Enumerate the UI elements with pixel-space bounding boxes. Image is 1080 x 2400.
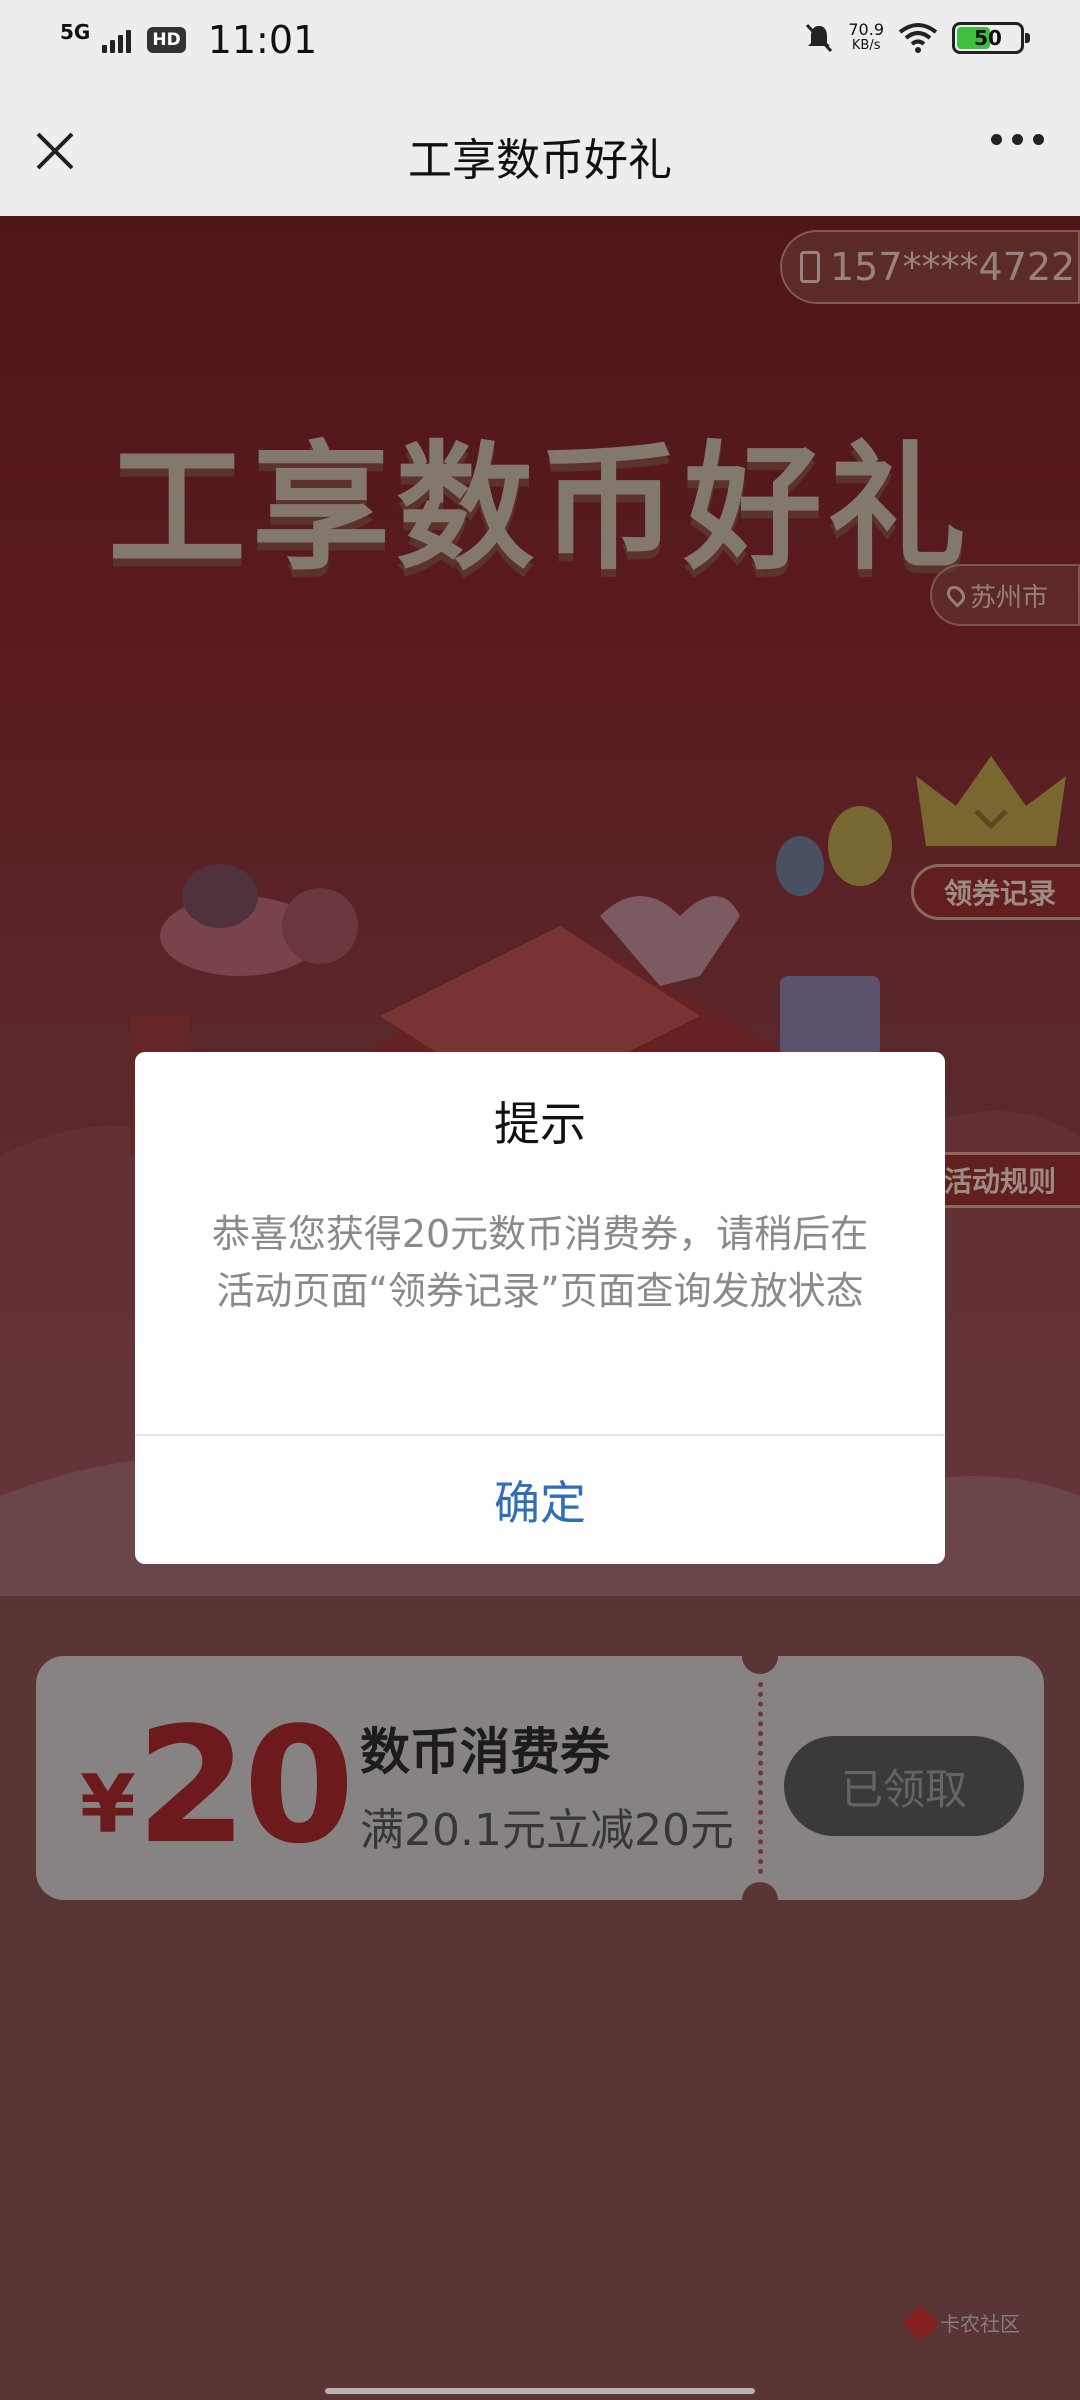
dialog-title: 提示 [494, 1097, 586, 1151]
alert-dialog: 提示 恭喜您获得20元数币消费券，请稍后在活动页面“领券记录”页面查询发放状态 … [135, 1052, 945, 1564]
nav-bar: 工享数币好礼 [0, 86, 1080, 216]
clock: 11:01 [207, 18, 318, 62]
status-bar: 5G HD 11:01 70.9 KB/s 50 [0, 0, 1080, 86]
page-title: 工享数币好礼 [408, 135, 672, 186]
hd-icon: HD [147, 27, 186, 53]
confirm-button[interactable]: 确定 [135, 1436, 945, 1564]
signal-icon [102, 27, 132, 53]
speed-value: 70.9 [848, 20, 884, 39]
dialog-message: 恭喜您获得20元数币消费券，请稍后在活动页面“领券记录”页面查询发放状态 [211, 1212, 869, 1313]
home-indicator[interactable] [325, 2388, 755, 2394]
more-icon[interactable] [991, 134, 1044, 145]
network-type: 5G [60, 20, 91, 44]
speed-unit: KB/s [851, 38, 881, 53]
mute-icon [806, 23, 833, 53]
network-speed: 70.9 KB/s [848, 22, 884, 54]
battery-level: 50 [974, 26, 1002, 50]
wifi-icon [898, 23, 938, 53]
battery-icon: 50 [952, 22, 1030, 54]
